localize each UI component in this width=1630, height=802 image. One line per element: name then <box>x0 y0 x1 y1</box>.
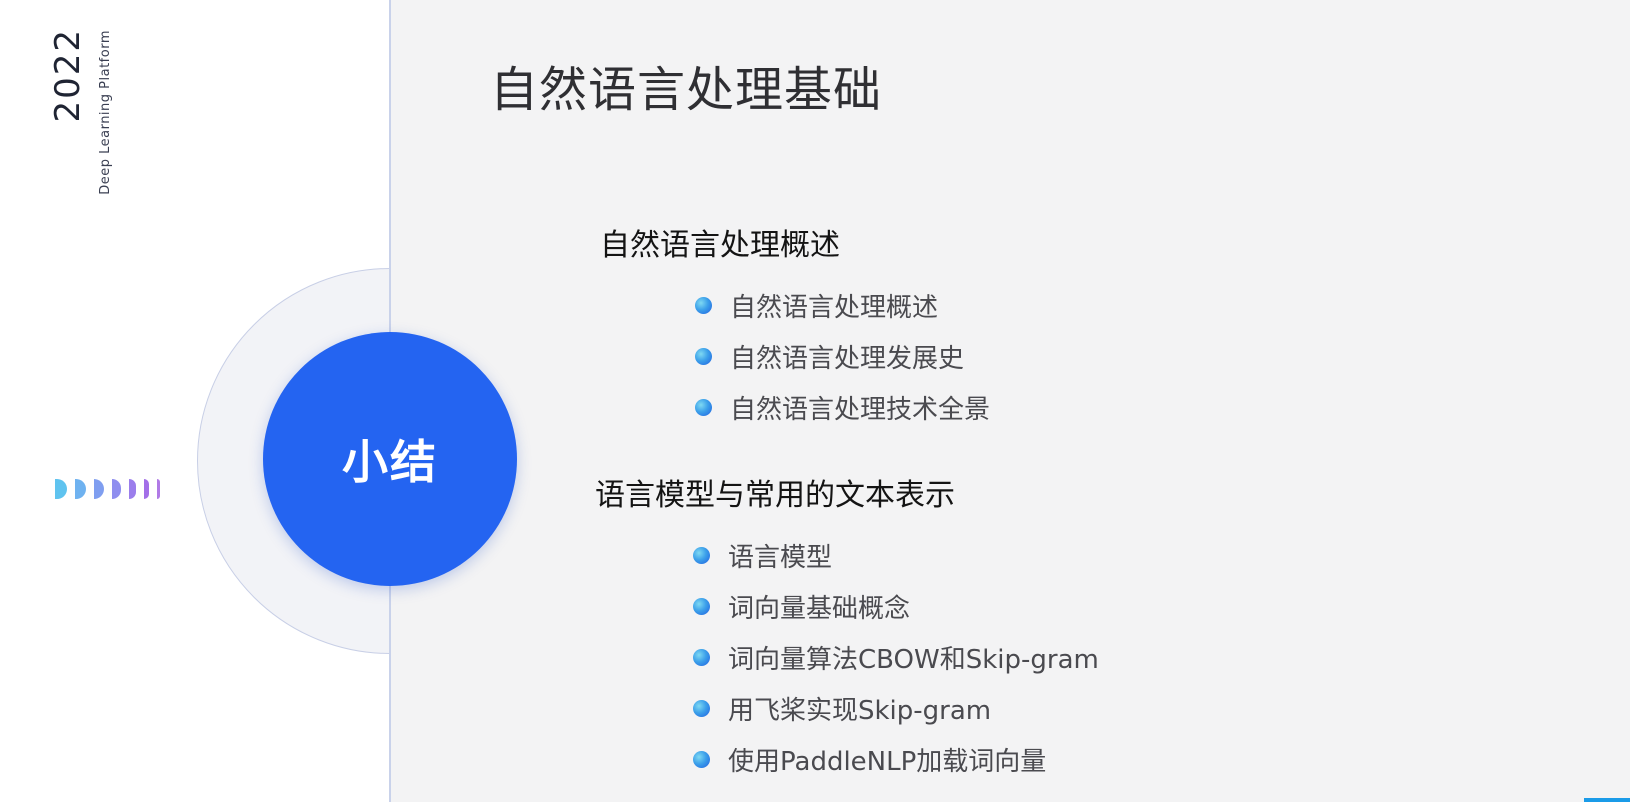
summary-circle: 小结 <box>263 332 517 586</box>
chevron-icon <box>94 479 104 499</box>
section-heading-language-models: 语言模型与常用的文本表示 <box>595 478 955 513</box>
bullet-dot-icon <box>695 297 712 314</box>
bullet-dot-icon <box>693 700 710 717</box>
list-item-text: 词向量基础概念 <box>728 594 911 624</box>
list-item: 词向量基础概念 <box>693 581 1099 632</box>
section-list-overview: 自然语言处理概述 自然语言处理发展史 自然语言处理技术全景 <box>695 280 990 433</box>
list-item-text: 词向量算法CBOW和Skip-gram <box>728 645 1099 675</box>
section-list-language-models: 语言模型 词向量基础概念 词向量算法CBOW和Skip-gram 用飞桨实现Sk… <box>693 530 1099 785</box>
list-item-text: 自然语言处理概述 <box>730 293 939 323</box>
list-item-text: 用飞桨实现Skip-gram <box>728 696 992 726</box>
list-item-text: 自然语言处理发展史 <box>730 344 965 374</box>
chevron-icon <box>144 479 149 499</box>
list-item: 词向量算法CBOW和Skip-gram <box>693 632 1099 683</box>
chevron-decoration <box>55 476 160 502</box>
corner-accent <box>1584 798 1630 802</box>
chevron-icon <box>55 479 67 499</box>
slide: 2022 Deep Learning Platform 小结 自然语言处理基础 … <box>0 0 1630 802</box>
year-label: 2022 <box>48 28 88 123</box>
list-item-text: 语言模型 <box>728 543 833 573</box>
list-item: 自然语言处理发展史 <box>695 331 990 382</box>
bullet-dot-icon <box>695 399 712 416</box>
bullet-dot-icon <box>695 348 712 365</box>
chevron-icon <box>129 479 136 499</box>
list-item: 语言模型 <box>693 530 1099 581</box>
slide-title: 自然语言处理基础 <box>490 62 883 118</box>
summary-label: 小结 <box>342 435 438 489</box>
list-item: 使用PaddleNLP加载词向量 <box>693 734 1099 785</box>
platform-label: Deep Learning Platform <box>98 30 113 195</box>
chevron-icon <box>112 479 121 499</box>
list-item: 用飞桨实现Skip-gram <box>693 683 1099 734</box>
list-item-text: 使用PaddleNLP加载词向量 <box>728 747 1047 777</box>
bullet-dot-icon <box>693 751 710 768</box>
chevron-icon <box>75 479 86 499</box>
list-item-text: 自然语言处理技术全景 <box>730 395 991 425</box>
bullet-dot-icon <box>693 547 710 564</box>
bullet-dot-icon <box>693 598 710 615</box>
list-item: 自然语言处理技术全景 <box>695 382 990 433</box>
chevron-icon <box>157 479 160 499</box>
bullet-dot-icon <box>693 649 710 666</box>
list-item: 自然语言处理概述 <box>695 280 990 331</box>
section-heading-overview: 自然语言处理概述 <box>600 228 840 263</box>
